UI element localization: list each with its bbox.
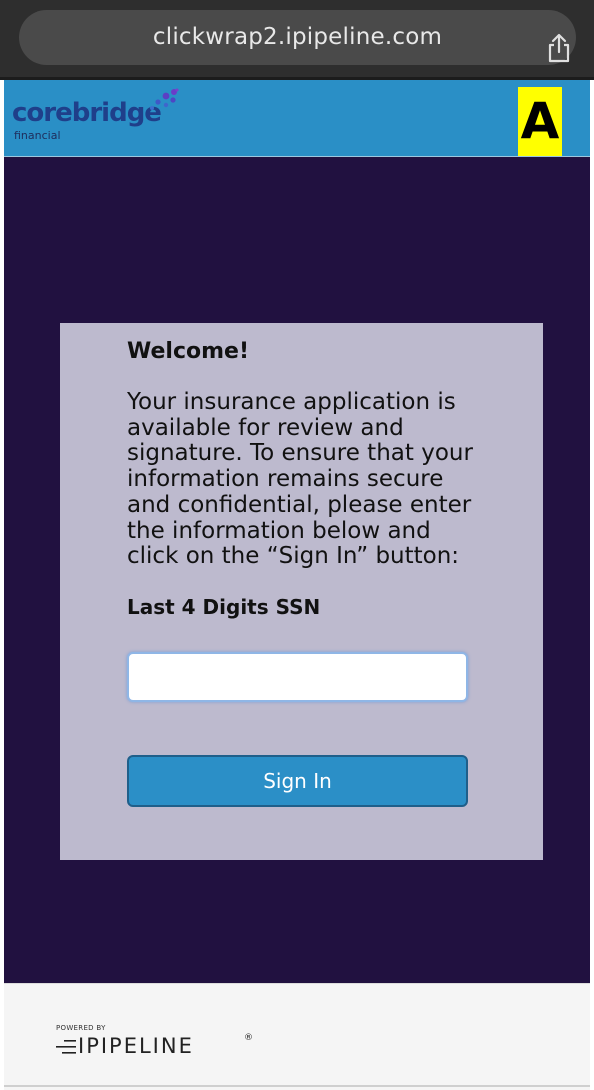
share-icon[interactable] (543, 32, 575, 64)
corebridge-logo[interactable]: corebridge financial (12, 88, 182, 148)
main-content: Welcome! Your insurance application is a… (4, 157, 590, 983)
footer: POWERED BY IPIPELINE ® (4, 983, 590, 1090)
powered-by-label: POWERED BY (56, 1024, 106, 1032)
annotation-badge: A (518, 87, 562, 156)
url-text[interactable]: clickwrap2.ipipeline.com (19, 10, 576, 65)
ipipeline-logo[interactable]: IPIPELINE ® (56, 1033, 256, 1058)
ipipeline-lines-icon (56, 1040, 76, 1054)
ipipeline-text: IPIPELINE (78, 1034, 194, 1058)
brand-dots-icon (150, 88, 179, 110)
registered-mark: ® (244, 1033, 253, 1043)
site-header: corebridge financial A (4, 80, 590, 157)
address-bar[interactable]: clickwrap2.ipipeline.com (19, 10, 576, 65)
ssn-label: Last 4 Digits SSN (127, 595, 321, 619)
brand-subtitle: financial (14, 129, 61, 142)
browser-toolbar: clickwrap2.ipipeline.com (0, 0, 594, 80)
intro-text: Your insurance application is available … (127, 389, 473, 570)
sign-in-card: Welcome! Your insurance application is a… (60, 323, 543, 860)
welcome-heading: Welcome! (127, 339, 249, 364)
ssn-input[interactable] (127, 652, 468, 702)
sign-in-button[interactable]: Sign In (127, 755, 468, 807)
footer-divider (4, 1085, 590, 1087)
